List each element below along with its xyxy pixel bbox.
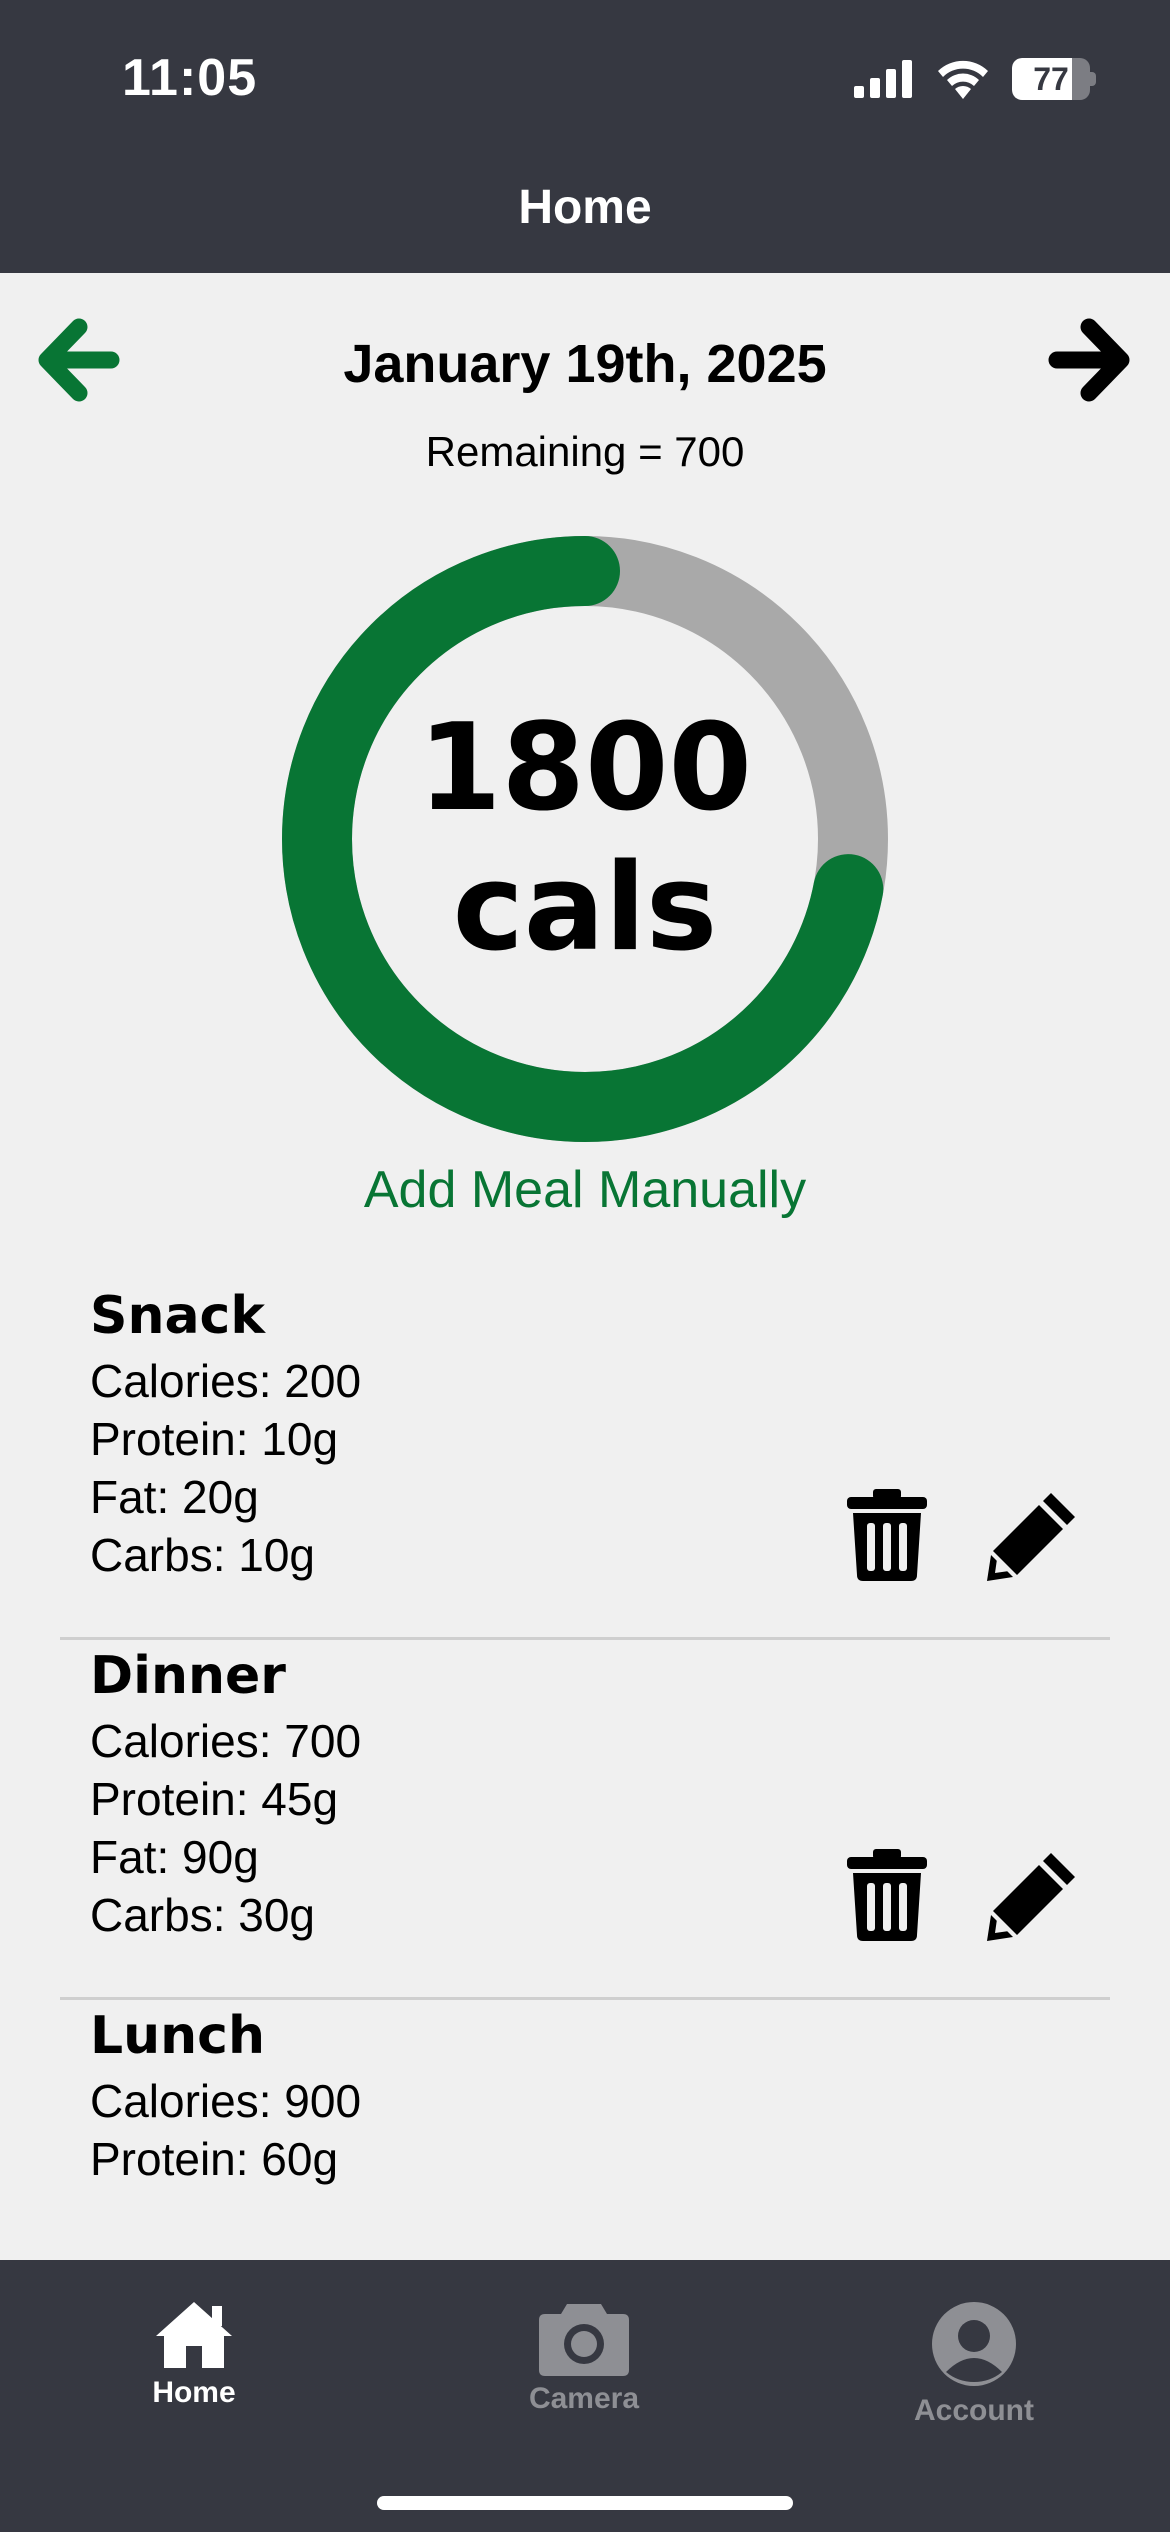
battery-icon: 77 bbox=[1012, 58, 1096, 100]
trash-icon bbox=[847, 1849, 927, 1941]
calorie-total: 1800 bbox=[418, 699, 752, 838]
pencil-icon bbox=[987, 1853, 1075, 1941]
meal-calories: Calories: 200 bbox=[90, 1355, 362, 1407]
page-title: Home bbox=[518, 181, 652, 234]
meal-carbs: Carbs: 30g bbox=[90, 1889, 316, 1941]
meal-protein: Protein: 10g bbox=[90, 1413, 339, 1465]
arrow-right-icon bbox=[1048, 318, 1130, 402]
next-day-button[interactable] bbox=[1042, 310, 1142, 410]
meal-carbs: Carbs: 10g bbox=[90, 1529, 316, 1581]
tab-label: Home bbox=[152, 2376, 236, 2409]
add-meal-manually-button[interactable]: Add Meal Manually bbox=[0, 1160, 1170, 1220]
meal-protein: Protein: 60g bbox=[90, 2133, 339, 2185]
account-icon bbox=[932, 2302, 1016, 2386]
meal-item-lunch: Lunch Calories: 900 Protein: 60g Fat: 60… bbox=[0, 2000, 1170, 2200]
meal-item-snack: Snack Calories: 200 Protein: 10g Fat: 20… bbox=[0, 1280, 1170, 1640]
camera-icon bbox=[539, 2304, 629, 2376]
delete-meal-button[interactable] bbox=[832, 1840, 942, 1950]
tab-label: Account bbox=[914, 2394, 1034, 2427]
calorie-unit: cals bbox=[452, 839, 718, 978]
header-bar: 11:05 77 Home bbox=[0, 0, 1170, 273]
home-indicator bbox=[377, 2496, 793, 2510]
tab-home[interactable]: Home bbox=[74, 2300, 314, 2450]
meal-calories: Calories: 900 bbox=[90, 2075, 362, 2127]
tab-label: Camera bbox=[528, 2382, 640, 2415]
trash-icon bbox=[847, 1489, 927, 1581]
wifi-icon bbox=[938, 60, 988, 99]
signal-icon bbox=[854, 60, 912, 98]
status-time: 11:05 bbox=[122, 49, 258, 107]
meal-fat: Fat: 60g bbox=[90, 2190, 259, 2200]
date-label: January 19th, 2025 bbox=[343, 334, 827, 394]
meal-title: Dinner bbox=[90, 1646, 286, 1706]
meal-fat: Fat: 20g bbox=[90, 1471, 259, 1523]
meal-title: Lunch bbox=[90, 2006, 266, 2066]
meal-title: Snack bbox=[90, 1286, 265, 1346]
pencil-icon bbox=[987, 1493, 1075, 1581]
meal-list[interactable]: Snack Calories: 200 Protein: 10g Fat: 20… bbox=[0, 1280, 1170, 2200]
status-icons: 77 bbox=[854, 58, 1096, 100]
tab-account[interactable]: Account bbox=[854, 2300, 1094, 2450]
meal-fat: Fat: 90g bbox=[90, 1831, 259, 1883]
home-icon bbox=[156, 2302, 232, 2368]
edit-meal-button[interactable] bbox=[978, 1840, 1088, 1950]
tab-bar: Home Camera Account bbox=[0, 2260, 1170, 2532]
edit-meal-button[interactable] bbox=[978, 1480, 1088, 1590]
delete-meal-button[interactable] bbox=[832, 1480, 942, 1590]
meal-item-dinner: Dinner Calories: 700 Protein: 45g Fat: 9… bbox=[0, 1640, 1170, 2000]
ring-center: 1800 cals bbox=[280, 534, 890, 1144]
battery-level: 77 bbox=[1033, 60, 1069, 97]
tab-camera[interactable]: Camera bbox=[464, 2300, 704, 2450]
meal-protein: Protein: 45g bbox=[90, 1773, 339, 1825]
meal-calories: Calories: 700 bbox=[90, 1715, 362, 1767]
remaining-calories: Remaining = 700 bbox=[425, 428, 745, 475]
